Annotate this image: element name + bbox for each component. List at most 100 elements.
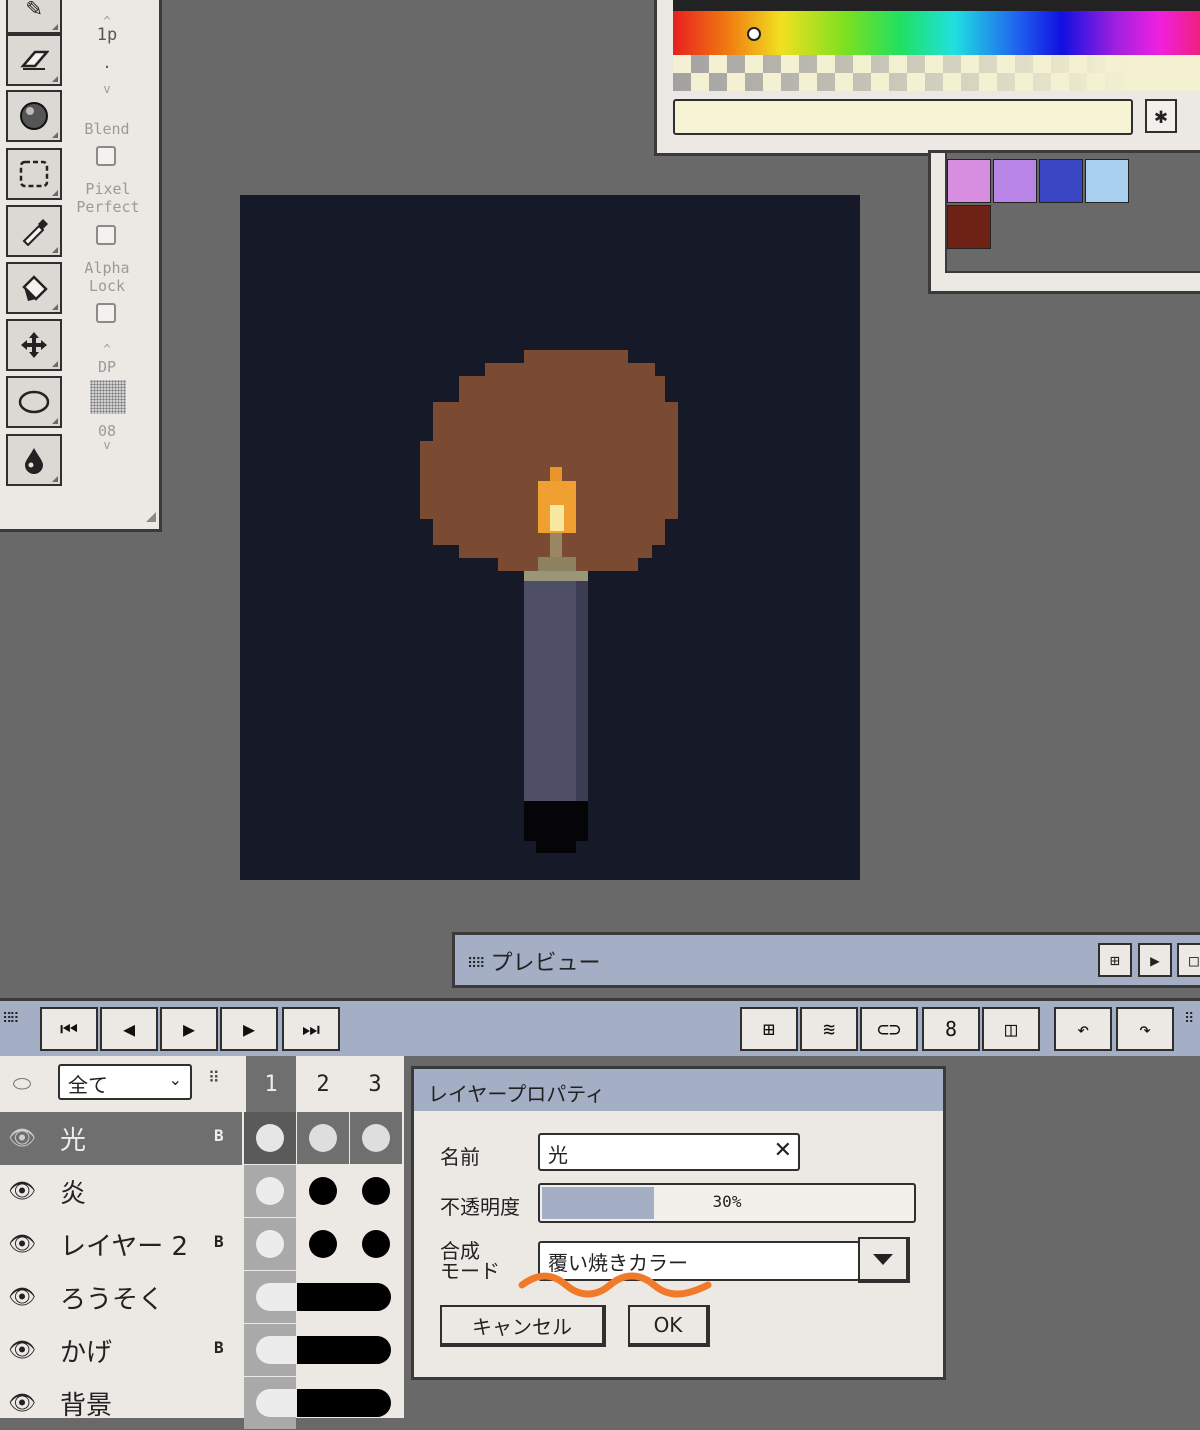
palette-swatch[interactable] [1039,159,1083,203]
prev-frame-button[interactable]: ◀ [100,1007,158,1051]
dropper-tool-button[interactable] [6,434,62,486]
preview-title-text: プレビュー [490,951,601,976]
layer-flag: B [214,1126,224,1145]
play-button[interactable]: ▶ [160,1007,218,1051]
cel[interactable] [244,1112,296,1164]
layer-row[interactable]: 👁 かげ B [0,1324,404,1377]
layer-row[interactable]: 👁 光 B [0,1112,404,1165]
eye-icon[interactable]: 👁 [0,1377,44,1429]
blend-mode-dropdown-button[interactable] [858,1237,910,1283]
ok-button[interactable]: OK [628,1305,710,1347]
layer-filter-select[interactable]: 全て ⌄ [58,1064,192,1100]
layer-row[interactable]: 👁 背景 [0,1377,404,1430]
grid-view-button[interactable]: ⊞ [740,1007,798,1051]
layer-row[interactable]: 👁 レイヤー 2 B [0,1218,404,1271]
tools-panel: ✎ ^ 1p · v Blend Pixel Perfect Alpha Loc… [0,0,162,532]
first-frame-button[interactable]: ⏮ [40,1007,98,1051]
pencil-tool-button[interactable]: ✎ [6,0,62,34]
onion-skin-button[interactable]: ≋ [800,1007,858,1051]
dp-label: DP [97,358,117,376]
cancel-button[interactable]: キャンセル [440,1305,606,1347]
frame-number-2[interactable]: 2 [298,1056,348,1112]
select-tool-button[interactable] [6,148,62,200]
palette-swatch[interactable] [947,159,991,203]
link-cels-button[interactable]: ⊂⊃ [860,1007,918,1051]
eye-icon[interactable]: 👁 [0,1218,44,1270]
preview-grid-button[interactable]: ⊞ [1098,943,1132,977]
frame-button[interactable]: ◫ [982,1007,1040,1051]
preview-play-button[interactable]: ▶ [1138,943,1172,977]
palette-swatch[interactable] [1085,159,1129,203]
layer-name: 光 [60,1126,87,1156]
layer-name-input[interactable]: 光 ✕ [538,1133,800,1171]
cel[interactable] [297,1112,349,1164]
drawing-canvas[interactable] [240,195,860,880]
cel[interactable] [244,1218,296,1270]
preview-panel-titlebar[interactable]: ⠿⠿ プレビュー ⊞ ▶ □ [452,932,1200,988]
toolbar-grip-icon[interactable]: ⠿⠿ [2,1011,19,1027]
frame-number-1[interactable]: 1 [246,1056,296,1112]
cel-span[interactable] [297,1389,391,1417]
pixel-perfect-checkbox[interactable] [96,225,116,245]
clear-icon[interactable]: ✕ [774,1138,792,1163]
grid-icon: ⊞ [762,1017,776,1041]
layer-name-value: 光 [548,1143,568,1167]
pencil-icon: ✎ [26,0,42,23]
toolbar-grip-icon[interactable]: ⠿ [1184,1011,1194,1027]
resize-grip-icon[interactable] [146,512,156,522]
cel[interactable] [350,1112,402,1164]
cel-span[interactable] [297,1336,391,1364]
palette-swatch[interactable] [947,205,991,249]
next-frame-button[interactable]: ▶ [220,1007,278,1051]
blend-checkbox[interactable] [96,146,116,166]
last-frame-button[interactable]: ⏭ [282,1007,340,1051]
redo-button[interactable]: ↷ [1116,1007,1174,1051]
brush-size-down-icon[interactable]: v [72,80,142,98]
annotation-squiggle [518,1272,712,1298]
layers-grip-icon[interactable]: ⠿ [208,1068,220,1087]
dither-pattern-swatch[interactable] [90,380,126,414]
fill-tool-button[interactable] [6,262,62,314]
layer-row[interactable]: 👁 ろうそく [0,1271,404,1324]
preview-window-button[interactable]: □ [1177,943,1200,977]
eyedropper-tool-button[interactable] [6,205,62,257]
dp-up-icon[interactable]: ^ [72,340,142,358]
layer-row[interactable]: 👁 炎 [0,1165,404,1218]
cel[interactable] [244,1377,296,1429]
link-icon: ⊂⊃ [876,1017,902,1041]
cel[interactable] [350,1165,402,1217]
cel[interactable] [350,1218,402,1270]
eye-icon[interactable]: 👁 [0,1165,44,1217]
shade-tool-button[interactable] [6,90,62,142]
layer-name: 背景 [60,1391,113,1421]
onion-layer-icon[interactable]: ⬭ [0,1058,44,1110]
opacity-slider[interactable]: 30% [538,1183,916,1223]
layer-name: レイヤー 2 [60,1232,189,1262]
color-option-button[interactable]: ✱ [1145,99,1177,133]
vertical-link-button[interactable]: 8 [922,1007,980,1051]
move-tool-button[interactable] [6,319,62,371]
color-value-input[interactable] [673,99,1133,135]
blend-mode-label-line1: 合成 [440,1239,480,1263]
ellipse-tool-button[interactable] [6,376,62,428]
frame-number-3[interactable]: 3 [350,1056,400,1112]
cel-span[interactable] [297,1283,391,1311]
cel[interactable] [244,1324,296,1376]
eye-icon[interactable]: 👁 [0,1112,44,1164]
hue-picker-handle[interactable] [747,27,761,41]
alpha-lock-checkbox[interactable] [96,303,116,323]
cel[interactable] [244,1271,296,1323]
undo-button[interactable]: ↶ [1054,1007,1112,1051]
cel[interactable] [297,1218,349,1270]
dp-down-icon[interactable]: v [72,436,142,454]
layer-properties-dialog: レイヤープロパティ 名前 光 ✕ 不透明度 30% 合成 モード 覆い焼きカラー… [411,1066,946,1380]
eye-icon[interactable]: 👁 [0,1324,44,1376]
eye-icon[interactable]: 👁 [0,1271,44,1323]
dialog-titlebar[interactable]: レイヤープロパティ [414,1069,943,1111]
cel[interactable] [244,1165,296,1217]
eraser-tool-button[interactable] [6,34,62,86]
paint-bucket-icon [22,275,48,301]
cel[interactable] [297,1165,349,1217]
blend-mode-label: 合成 モード [440,1241,500,1281]
palette-swatch[interactable] [993,159,1037,203]
